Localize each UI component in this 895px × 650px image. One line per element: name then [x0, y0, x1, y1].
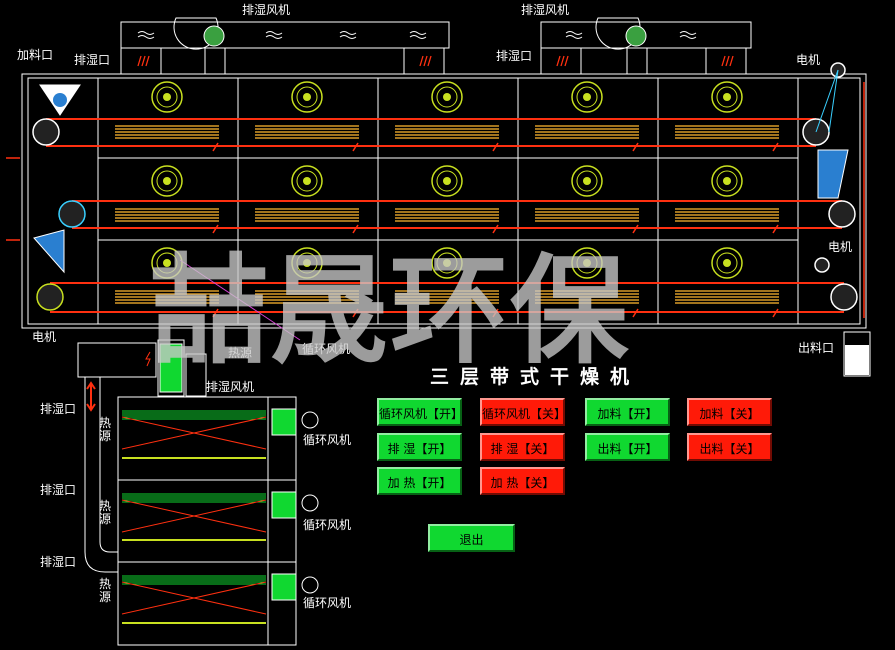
circulation-fan-icon	[711, 247, 743, 279]
heater-coil	[675, 208, 779, 222]
circulation-fan-icon	[291, 247, 323, 279]
guide-left	[33, 229, 65, 274]
heater-coil	[255, 125, 359, 139]
top-duct-left	[120, 21, 450, 49]
roller-icon	[828, 200, 856, 228]
circ-fan-off-button[interactable]: 循环风机【关】	[480, 398, 566, 426]
heater-coil	[675, 290, 779, 304]
heater-coil	[255, 290, 359, 304]
feed-valve-icon	[53, 93, 67, 107]
heater-coil	[535, 208, 639, 222]
circulation-fan-icon	[151, 247, 183, 279]
top-fan-impeller-left-icon	[203, 25, 225, 47]
heater-coil	[395, 290, 499, 304]
circulation-fan-icon	[431, 165, 463, 197]
discharge-on-button[interactable]: 出料【开】	[585, 433, 670, 461]
label-side-dehumid-3: 排湿口	[40, 555, 77, 569]
label-dehumid-port-1: 排湿口	[74, 53, 111, 67]
label-side-dehumid-1: 排湿口	[40, 402, 77, 416]
heater-coil	[395, 125, 499, 139]
heater-coil	[675, 125, 779, 139]
roller-icon	[58, 200, 86, 228]
roller-icon	[36, 283, 64, 311]
circulation-fan-icon	[571, 165, 603, 197]
discharge-off-button[interactable]: 出料【关】	[687, 433, 772, 461]
page-title: 三层带式干燥机	[430, 366, 641, 388]
circulation-fan-icon	[711, 81, 743, 113]
circulation-fan-icon	[151, 81, 183, 113]
circulation-fan-icon	[711, 165, 743, 197]
heat-off-button[interactable]: 加 热【关】	[480, 467, 565, 495]
heater-coil	[255, 208, 359, 222]
label-motor-bottom: 电机	[32, 330, 57, 344]
dehumid-on-button[interactable]: 排 湿【开】	[377, 433, 462, 461]
circulation-fan-icon	[571, 247, 603, 279]
roller-icon	[830, 283, 858, 311]
label-motor-mid: 电机	[828, 240, 853, 254]
circulation-fan-icon	[431, 81, 463, 113]
heater-coil	[115, 290, 219, 304]
circ-fan-on-button[interactable]: 循环风机【开】	[377, 398, 463, 426]
exit-button[interactable]: 退出	[428, 524, 515, 552]
label-dehumid-fan-2: 排湿风机	[521, 3, 570, 17]
circulation-fan-icon	[571, 81, 603, 113]
top-fan-impeller-right-icon	[625, 25, 647, 47]
label-feed-port: 加料口	[17, 48, 54, 62]
label-side-heat-2: 热源	[98, 499, 111, 526]
label-dehumid-port-2: 排湿口	[496, 49, 533, 63]
heater-coil	[115, 125, 219, 139]
label-dehumid-fan-side: 排湿风机	[206, 380, 255, 394]
motor-mid-icon	[814, 257, 830, 273]
dehumid-off-button[interactable]: 排 湿【关】	[480, 433, 565, 461]
label-side-heat-3: 热源	[98, 577, 111, 604]
label-motor-top: 电机	[796, 53, 821, 67]
heater-coil	[535, 125, 639, 139]
label-side-circ-2: 循环风机	[303, 518, 352, 532]
circulation-fan-icon	[151, 165, 183, 197]
roller-icon	[32, 118, 60, 146]
heater-coil	[115, 208, 219, 222]
heat-on-button[interactable]: 加 热【开】	[377, 467, 462, 495]
feed-on-button[interactable]: 加料【开】	[585, 398, 670, 426]
label-side-dehumid-2: 排湿口	[40, 483, 77, 497]
label-side-circ-3: 循环风机	[303, 596, 352, 610]
dryer-schematic	[6, 17, 871, 646]
circulation-fan-icon	[431, 247, 463, 279]
side-dryer-body	[117, 396, 297, 646]
label-side-heat-1: 热源	[98, 416, 111, 443]
label-dehumid-fan-1: 排湿风机	[242, 3, 291, 17]
label-discharge-port: 出料口	[798, 341, 835, 355]
label-circ-fan: 循环风机	[302, 342, 351, 356]
label-side-circ-1: 循环风机	[303, 433, 352, 447]
guide-right	[817, 149, 849, 199]
label-heat-source: 热源	[228, 346, 253, 360]
heater-coil	[535, 290, 639, 304]
heater-coil	[395, 208, 499, 222]
feed-off-button[interactable]: 加料【关】	[687, 398, 772, 426]
circulation-fan-icon	[291, 165, 323, 197]
circulation-fan-icon	[291, 81, 323, 113]
